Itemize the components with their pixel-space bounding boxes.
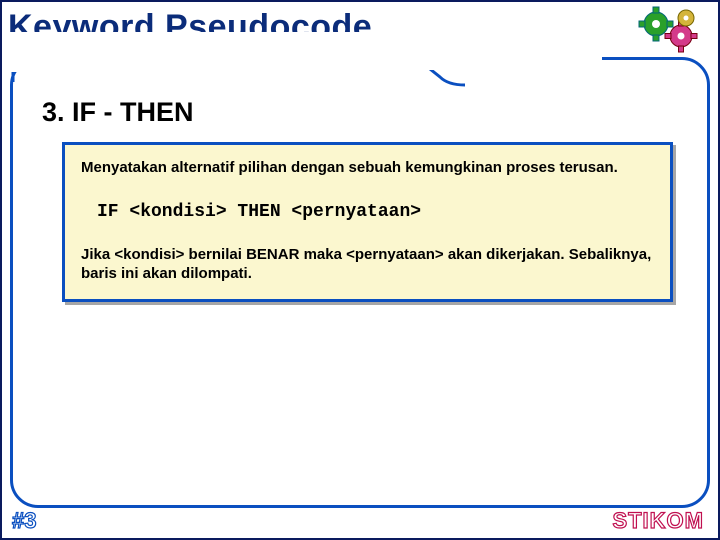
content-area: 3. IF - THEN Menyatakan alternatif pilih… <box>42 97 678 302</box>
info-box: Menyatakan alternatif pilihan dengan seb… <box>62 142 673 302</box>
frame-cover <box>2 32 372 72</box>
gears-icon <box>636 6 706 56</box>
explanation-text: Jika <kondisi> bernilai BENAR maka <pern… <box>81 246 654 284</box>
institution-logo-text: STIKOM <box>612 508 704 534</box>
description-text: Menyatakan alternatif pilihan dengan seb… <box>81 159 654 178</box>
slide-number: #3 <box>12 508 36 534</box>
slide-container: Keyword Pseudocode <box>0 0 720 540</box>
section-heading: 3. IF - THEN <box>42 97 678 128</box>
syntax-code: IF <kondisi> THEN <pernyataan> <box>97 202 654 222</box>
frame-notch <box>362 44 602 70</box>
